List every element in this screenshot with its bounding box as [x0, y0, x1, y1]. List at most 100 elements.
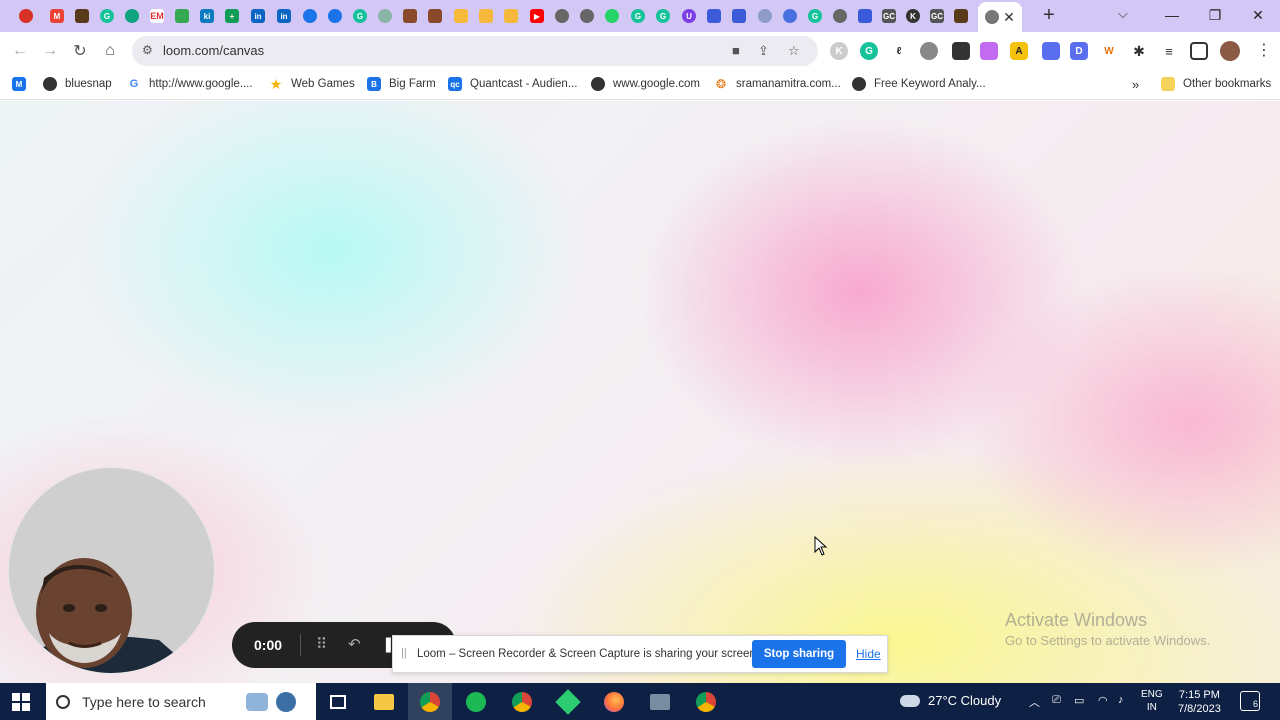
undo-icon[interactable]: ↶ [348, 635, 361, 653]
language-indicator[interactable]: ENG IN [1141, 688, 1163, 714]
tab-28[interactable] [703, 5, 725, 27]
k-extension-icon[interactable]: K [830, 42, 848, 60]
tab-13[interactable] [324, 5, 346, 27]
bookmark-item[interactable]: ★ Web Games [269, 76, 355, 92]
tab-21[interactable]: ▶ [526, 5, 548, 27]
bookmark-item[interactable]: Ghttp://www.google.... [127, 77, 253, 91]
spotify-icon[interactable] [454, 683, 498, 720]
bookmark-item[interactable]: M [12, 77, 34, 91]
windows-start-icon[interactable] [12, 693, 30, 711]
address-bar[interactable]: ⚙ loom.com/canvas ■ ⇪ ☆ [132, 36, 818, 66]
bookmark-item[interactable]: B Big Farm [367, 77, 436, 91]
tab-25[interactable]: G [627, 5, 649, 27]
tab-27[interactable]: U [678, 5, 700, 27]
bookmark-item[interactable]: Free Keyword Analy... [852, 77, 986, 91]
tab-34[interactable] [854, 5, 876, 27]
tab-38[interactable] [950, 5, 972, 27]
taskbar-search-box[interactable]: Type here to search [46, 683, 316, 720]
bookmark-item[interactable]: qc Quantcast - Audien... [448, 77, 577, 91]
reading-list-icon[interactable]: ≡ [1160, 42, 1178, 60]
weather-widget[interactable]: 27°C Cloudy [900, 693, 1001, 708]
tab-14[interactable]: G [349, 5, 371, 27]
close-window-button[interactable]: ✕ [1243, 4, 1273, 26]
tab-32[interactable]: G [804, 5, 826, 27]
gear-extension-icon[interactable] [1042, 42, 1060, 60]
tab-22[interactable] [551, 5, 573, 27]
profile-avatar[interactable] [1220, 41, 1240, 61]
tab-11[interactable]: in [273, 5, 295, 27]
tab-19[interactable] [475, 5, 497, 27]
menu-dots-icon[interactable]: ⋮ [1256, 40, 1272, 60]
tab-4[interactable]: G [96, 5, 118, 27]
a-extension-icon[interactable]: A [1010, 42, 1028, 60]
tab-23[interactable] [576, 5, 598, 27]
tab-5[interactable] [121, 5, 143, 27]
wordpress-extension-icon[interactable]: W [1100, 42, 1118, 60]
restore-button[interactable]: ❐ [1200, 4, 1230, 26]
tab-33[interactable] [829, 5, 851, 27]
wifi-icon[interactable]: ◠ [1098, 694, 1108, 707]
hide-link[interactable]: Hide [856, 647, 881, 661]
firefox-icon[interactable] [592, 683, 636, 720]
puzzle-extensions-icon[interactable]: ✱ [1130, 42, 1148, 60]
system-clock[interactable]: 7:15 PM 7/8/2023 [1178, 688, 1221, 716]
d-extension-icon[interactable]: D [1070, 42, 1088, 60]
task-view-icon[interactable] [316, 683, 360, 720]
stop-sharing-button[interactable]: Stop sharing [752, 640, 846, 668]
tab-3[interactable] [71, 5, 93, 27]
tab-loom-active[interactable]: ✕ [978, 2, 1022, 32]
meet-now-icon[interactable]: ⎚ [1052, 694, 1061, 707]
grammarly-extension-icon[interactable]: G [860, 42, 878, 60]
colorful-extension-icon[interactable] [980, 42, 998, 60]
signature-extension-icon[interactable]: ℓ [890, 42, 908, 60]
bookmark-star-icon[interactable]: ☆ [788, 43, 800, 59]
tab-10[interactable]: in [247, 5, 269, 27]
side-panel-icon[interactable] [1190, 42, 1208, 60]
home-button[interactable]: ⌂ [99, 40, 121, 62]
forward-button[interactable]: → [39, 40, 61, 62]
tab-29[interactable] [728, 5, 750, 27]
tab-35[interactable]: GC [878, 5, 900, 27]
tab-36[interactable]: K [902, 5, 924, 27]
tab-37[interactable]: GC [926, 5, 948, 27]
tray-chevron-icon[interactable]: ︿ [1029, 694, 1040, 710]
eye-extension-icon[interactable] [920, 42, 938, 60]
url-text[interactable]: loom.com/canvas [163, 43, 264, 58]
chrome-alt-icon[interactable] [684, 683, 728, 720]
tab-20[interactable] [500, 5, 522, 27]
battery-icon[interactable]: ▭ [1074, 694, 1084, 707]
bookmark-item[interactable]: bluesnap [43, 77, 112, 91]
screen-tool-icon[interactable] [638, 683, 682, 720]
notification-center-icon[interactable]: 6 [1240, 691, 1260, 711]
tab-1[interactable] [15, 5, 37, 27]
close-tab-icon[interactable]: ✕ [1003, 9, 1015, 26]
green-app-icon[interactable] [546, 683, 590, 720]
tab-26[interactable]: G [652, 5, 674, 27]
file-explorer-icon[interactable] [362, 683, 406, 720]
tab-24[interactable] [601, 5, 623, 27]
volume-icon[interactable]: ♪ [1118, 694, 1124, 706]
drag-handle-icon[interactable]: || [401, 647, 407, 659]
tab-6[interactable]: EM [146, 5, 168, 27]
tab-2[interactable]: M [46, 5, 68, 27]
bookmark-item[interactable]: ❂ sramanamitra.com... [714, 77, 841, 91]
new-tab-button[interactable]: + [1038, 4, 1060, 26]
tab-15[interactable] [374, 5, 396, 27]
chrome-profile-icon[interactable] [500, 683, 544, 720]
tab-8[interactable]: ki [196, 5, 218, 27]
camera-icon[interactable]: ■ [732, 43, 740, 58]
tab-9[interactable]: + [221, 5, 243, 27]
tab-17[interactable] [424, 5, 446, 27]
tab-31[interactable] [779, 5, 801, 27]
tab-search-chevron-icon[interactable]: ⌵ [1118, 6, 1128, 22]
tab-30[interactable] [754, 5, 776, 27]
bookmarks-overflow-chevron-icon[interactable]: » [1132, 77, 1139, 92]
pen-extension-icon[interactable] [952, 42, 970, 60]
share-icon[interactable]: ⇪ [758, 43, 769, 59]
other-bookmarks[interactable]: Other bookmarks [1161, 77, 1271, 91]
tab-7[interactable] [171, 5, 193, 27]
reload-button[interactable]: ↻ [69, 40, 91, 62]
tab-16[interactable] [399, 5, 421, 27]
chrome-taskbar-icon[interactable] [408, 683, 452, 720]
site-info-icon[interactable]: ⚙ [142, 43, 153, 57]
